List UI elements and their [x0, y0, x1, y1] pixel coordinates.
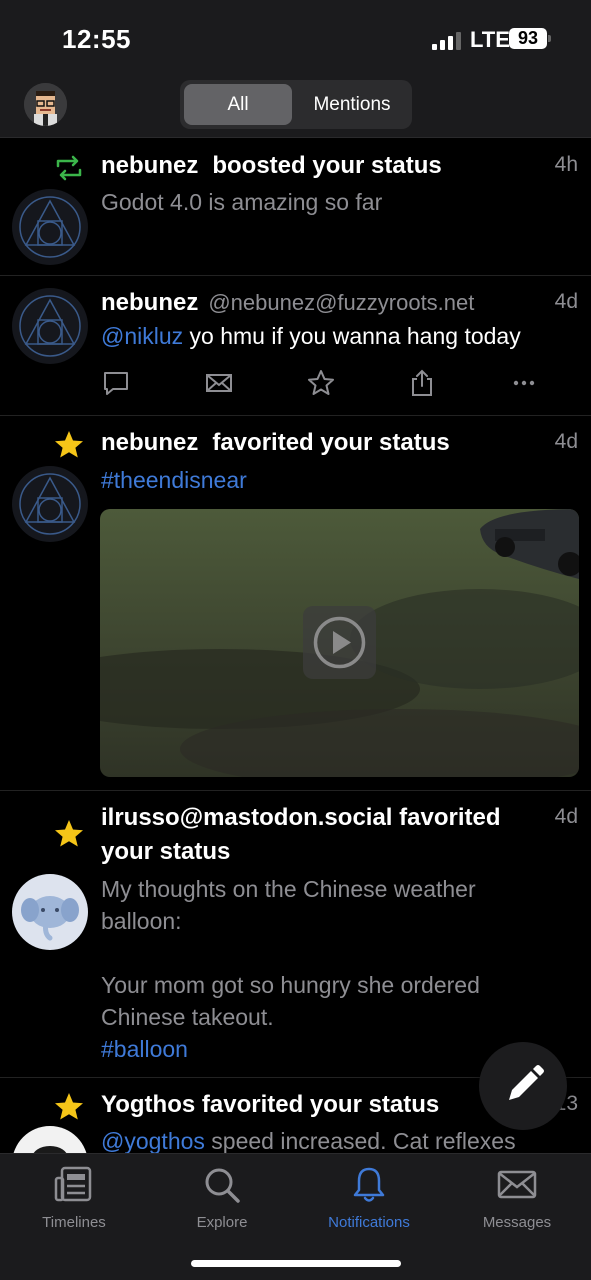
actor-name[interactable]: nebunez — [101, 289, 198, 316]
star-icon — [55, 431, 83, 458]
favorite-star-icon[interactable] — [306, 368, 336, 398]
notification-age: 4d — [554, 290, 578, 313]
tab-all[interactable]: All — [184, 84, 292, 125]
tab-mentions[interactable]: Mentions — [296, 84, 408, 125]
status-text[interactable]: #theendisnear — [101, 464, 551, 496]
tab-label: Timelines — [42, 1214, 106, 1231]
star-icon — [55, 820, 83, 847]
my-avatar[interactable] — [24, 83, 67, 126]
notification-action: your status — [101, 838, 231, 865]
battery-level: 93 — [517, 28, 539, 48]
status-text[interactable]: @nikluz yo hmu if you wanna hang today — [101, 320, 551, 352]
compose-button[interactable] — [479, 1042, 567, 1130]
tab-explore[interactable]: Explore — [157, 1164, 287, 1231]
bell-icon — [353, 1167, 385, 1202]
status-bar: 12:55 LTE 93 — [0, 0, 591, 70]
tab-messages[interactable]: Messages — [452, 1164, 582, 1231]
tab-label: Explore — [196, 1214, 248, 1231]
hashtag-link[interactable]: #theendisnear — [101, 467, 247, 493]
notification-age: 4d — [554, 805, 578, 828]
timelines-icon — [54, 1166, 92, 1202]
nebunez-avatar[interactable] — [12, 189, 88, 265]
mention-link[interactable]: @nikluz — [101, 323, 183, 349]
play-button[interactable] — [303, 606, 376, 679]
reply-icon[interactable] — [101, 368, 131, 398]
notification-item[interactable]: nebunez favorited your status 4d #theendi… — [0, 416, 591, 791]
network-type: LTE — [470, 27, 510, 52]
envelope-icon[interactable] — [204, 368, 234, 398]
notification-action: boosted your status — [212, 152, 442, 179]
notification-item[interactable]: ilrusso@mastodon.social favorited your s… — [0, 791, 591, 1078]
status-text[interactable]: My thoughts on the Chinese weather ballo… — [101, 873, 551, 1065]
video-attachment[interactable] — [100, 509, 579, 777]
tab-label: Messages — [482, 1214, 552, 1231]
status-body: speed increased. Cat reflexes — [204, 1128, 516, 1153]
header: All Mentions — [0, 70, 591, 138]
tab-label: Notifications — [328, 1214, 410, 1231]
status-body: yo hmu if you wanna hang today — [183, 323, 521, 349]
notification-age: 4d — [554, 430, 578, 453]
actor-name[interactable]: nebunez — [101, 152, 198, 179]
battery-icon: 93 — [509, 28, 547, 49]
share-icon[interactable] — [407, 368, 437, 398]
notification-title[interactable]: ilrusso@mastodon.social favorited — [101, 804, 501, 832]
notification-age: 4h — [554, 153, 578, 176]
home-indicator — [191, 1260, 401, 1267]
play-icon — [313, 616, 366, 669]
battery-tip — [548, 35, 551, 42]
status-actions — [101, 368, 541, 398]
status-line: Your mom got so hungry she ordered — [101, 972, 480, 998]
more-icon[interactable] — [509, 368, 539, 398]
notification-title: nebunez boosted your status — [101, 152, 442, 180]
notification-title: nebunez @nebunez@fuzzyroots.net — [101, 289, 474, 317]
status-line: Chinese takeout. — [101, 1004, 274, 1030]
timeline-filter: All Mentions — [180, 80, 412, 129]
nebunez-avatar[interactable] — [12, 466, 88, 542]
signal-icon — [432, 32, 462, 50]
notification-title: nebunez favorited your status — [101, 429, 450, 457]
status-time: 12:55 — [62, 24, 131, 54]
tab-notifications[interactable]: Notifications — [304, 1164, 434, 1231]
ilrusso-avatar[interactable] — [12, 874, 88, 950]
notification-item[interactable]: nebunez boosted your status 4h Godot 4.0 … — [0, 139, 591, 276]
search-icon — [205, 1168, 240, 1203]
yogthos-avatar[interactable] — [12, 1126, 88, 1153]
notifications-feed[interactable]: nebunez boosted your status 4h Godot 4.0 … — [0, 139, 591, 1153]
status-line: My thoughts on the Chinese weather — [101, 876, 476, 902]
star-icon — [55, 1093, 83, 1120]
mention-link[interactable]: @yogthos — [101, 1128, 205, 1153]
envelope-icon — [497, 1170, 537, 1199]
pencil-icon — [509, 1065, 544, 1100]
status-line: balloon: — [101, 908, 182, 934]
tab-timelines[interactable]: Timelines — [9, 1164, 139, 1231]
status-text[interactable]: Godot 4.0 is amazing so far — [101, 186, 551, 218]
notification-title[interactable]: Yogthos favorited your status — [101, 1091, 439, 1119]
nebunez-avatar[interactable] — [12, 288, 88, 364]
actor-name[interactable]: nebunez — [101, 429, 198, 456]
notification-item[interactable]: nebunez @nebunez@fuzzyroots.net 4d @niklu… — [0, 276, 591, 416]
boost-icon — [56, 155, 82, 181]
notification-action: favorited your status — [212, 429, 450, 456]
actor-handle: @nebunez@fuzzyroots.net — [208, 290, 475, 315]
